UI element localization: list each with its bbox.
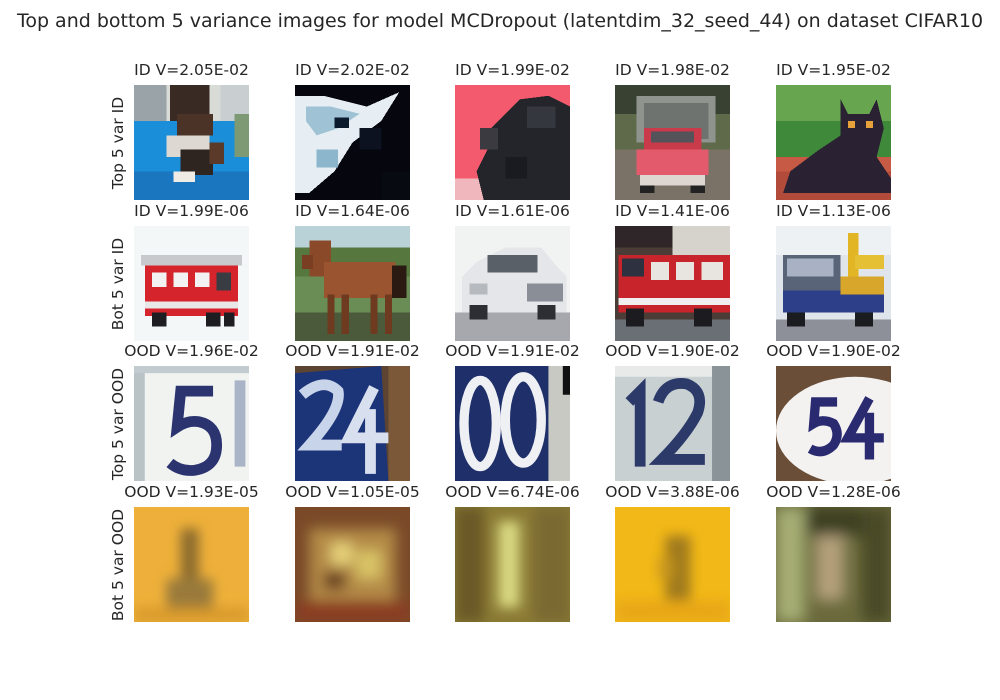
image-black-cat-sitting	[776, 85, 891, 200]
caption-r2-c2: OOD V=1.91E-02	[445, 342, 580, 360]
image-fire-truck-street	[615, 226, 730, 341]
caption-r1-c2: ID V=1.61E-06	[455, 202, 570, 220]
image-cat-on-blue-cloth	[134, 85, 249, 200]
caption-r2-c3: OOD V=1.90E-02	[605, 342, 740, 360]
image-tow-truck	[776, 226, 891, 341]
image-white-car	[455, 226, 570, 341]
caption-r1-c4: ID V=1.13E-06	[776, 202, 891, 220]
caption-r3-c3: OOD V=3.88E-06	[605, 483, 740, 501]
row-label-bot-id: Bot 5 var ID	[109, 237, 127, 330]
row-label-bot-ood: Bot 5 var OOD	[109, 508, 127, 621]
caption-r2-c1: OOD V=1.91E-02	[285, 342, 420, 360]
row-label-top-id: Top 5 var ID	[109, 96, 127, 189]
caption-r1-c0: ID V=1.99E-06	[134, 202, 249, 220]
caption-r0-c2: ID V=1.99E-02	[455, 61, 570, 79]
chart-title: Top and bottom 5 variance images for mod…	[16, 10, 984, 32]
caption-r2-c4: OOD V=1.90E-02	[766, 342, 901, 360]
image-blurry-yellow-digit	[615, 507, 730, 622]
image-red-car-driveway	[615, 85, 730, 200]
image-blurry-olive-digit	[455, 507, 570, 622]
image-red-fire-truck	[134, 226, 249, 341]
image-blurry-orange-digit	[134, 507, 249, 622]
image-black-cat-pink-bg	[455, 85, 570, 200]
image-black-white-cat	[295, 85, 410, 200]
image-house-number-00	[455, 366, 570, 481]
caption-r1-c3: ID V=1.41E-06	[615, 202, 730, 220]
caption-r0-c4: ID V=1.95E-02	[776, 61, 891, 79]
caption-r2-c0: OOD V=1.96E-02	[124, 342, 259, 360]
image-blurry-brown-digit	[295, 507, 410, 622]
caption-r1-c1: ID V=1.64E-06	[295, 202, 410, 220]
caption-r0-c3: ID V=1.98E-02	[615, 61, 730, 79]
caption-r3-c0: OOD V=1.93E-05	[124, 483, 259, 501]
caption-r3-c2: OOD V=6.74E-06	[445, 483, 580, 501]
image-house-number-12	[615, 366, 730, 481]
image-house-number-54	[776, 366, 891, 481]
image-house-number-24	[295, 366, 410, 481]
caption-r0-c0: ID V=2.05E-02	[134, 61, 249, 79]
row-label-top-ood: Top 5 var OOD	[109, 367, 127, 480]
image-brown-horse	[295, 226, 410, 341]
image-blurry-dark-green-digit	[776, 507, 891, 622]
image-house-number-5	[134, 366, 249, 481]
caption-r3-c1: OOD V=1.05E-05	[285, 483, 420, 501]
caption-r3-c4: OOD V=1.28E-06	[766, 483, 901, 501]
caption-r0-c1: ID V=2.02E-02	[295, 61, 410, 79]
